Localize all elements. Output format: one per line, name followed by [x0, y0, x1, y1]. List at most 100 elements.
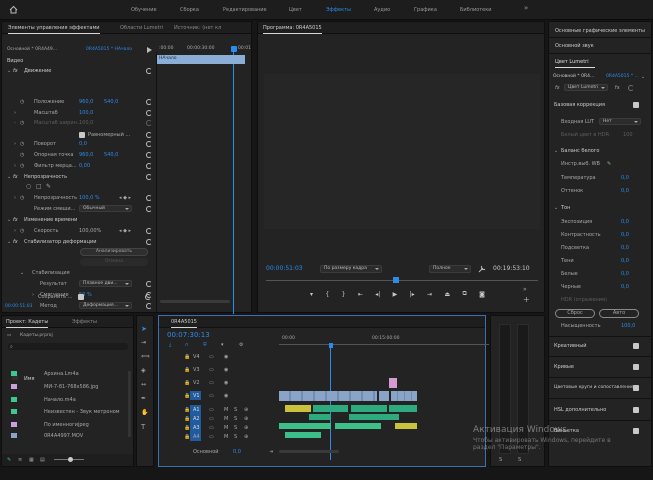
- freeform-icon[interactable]: ▤: [40, 457, 45, 463]
- camera-icon[interactable]: ◙: [479, 291, 485, 298]
- blend-mode-select[interactable]: Обычный: [79, 205, 132, 212]
- play-icon[interactable]: ▶: [393, 291, 398, 298]
- clip[interactable]: [313, 405, 348, 412]
- temperature-value[interactable]: 0,0: [621, 175, 629, 181]
- reset-icon[interactable]: [146, 152, 152, 158]
- chevron-down-icon[interactable]: ⌄: [7, 217, 11, 223]
- list-item[interactable]: МИ-7-81-768x586.jpg: [44, 384, 98, 390]
- tab-project[interactable]: Проект: Кадеты: [6, 319, 49, 328]
- anchor-y[interactable]: 540,0: [104, 152, 118, 158]
- pen-mask-icon[interactable]: ✎: [46, 184, 51, 190]
- rect-mask-icon[interactable]: □: [36, 184, 42, 190]
- play-audio-icon[interactable]: [145, 46, 153, 54]
- blacks-value[interactable]: 0,0: [621, 284, 629, 290]
- section-hsl[interactable]: HSL дополнительно: [554, 407, 606, 413]
- stopwatch-icon[interactable]: ◷: [20, 120, 24, 126]
- tab-source[interactable]: Источник: (нет кл: [174, 25, 221, 31]
- reset-icon[interactable]: [146, 303, 152, 309]
- sequence-label[interactable]: 0R4A5015 * НАчало: [86, 47, 132, 53]
- tab-essential-sound[interactable]: Основной звук: [555, 43, 594, 49]
- chevron-right-icon[interactable]: ›: [14, 195, 16, 201]
- zoom-scrollbar[interactable]: [160, 300, 230, 303]
- stopwatch-icon[interactable]: ◷: [20, 152, 24, 158]
- chevron-down-icon[interactable]: ⌄: [554, 205, 558, 211]
- basic-checkbox[interactable]: [633, 102, 639, 108]
- workspace-tab[interactable]: Сборка: [180, 7, 199, 13]
- clip[interactable]: [389, 378, 397, 388]
- quality-select[interactable]: Полное: [429, 265, 471, 273]
- reset-icon[interactable]: [145, 294, 151, 300]
- tab-effect-controls[interactable]: Элементы управления эффектами: [8, 25, 100, 34]
- reset-icon[interactable]: [146, 110, 152, 116]
- eyedropper-icon[interactable]: ✎: [607, 161, 611, 167]
- list-item[interactable]: По именногиjpeg: [44, 422, 89, 428]
- section-wheels[interactable]: Цветовые круги и сопоставление: [554, 385, 634, 391]
- rotation-value[interactable]: 0,0: [79, 141, 87, 147]
- track-label[interactable]: A4: [193, 434, 200, 440]
- chevron-down-icon[interactable]: ⌄: [7, 239, 11, 245]
- workspace-tab[interactable]: Библиотеки: [460, 7, 492, 13]
- tab-lumetri-color[interactable]: Цвет Lumetri: [555, 59, 589, 65]
- reset-icon[interactable]: [146, 163, 152, 169]
- go-to-out-icon[interactable]: ⇥: [427, 291, 432, 298]
- playhead-timecode[interactable]: 00:00:51:03: [266, 266, 303, 272]
- icon-view-icon[interactable]: ▦: [29, 457, 34, 463]
- video-viewport[interactable]: [264, 74, 540, 229]
- scale-value[interactable]: 100,0: [79, 110, 93, 116]
- type-tool-icon[interactable]: T: [141, 424, 145, 431]
- razor-icon[interactable]: ◈: [141, 368, 146, 374]
- tab-lumetri-scopes[interactable]: Области Lumetri: [120, 25, 163, 31]
- clip[interactable]: [395, 423, 417, 429]
- method-select[interactable]: Деформация...: [79, 302, 132, 309]
- anchor-x[interactable]: 960,0: [79, 152, 93, 158]
- clip[interactable]: [309, 414, 331, 420]
- list-item[interactable]: 0R4A4997.MOV: [44, 433, 83, 439]
- solo-icon[interactable]: S: [499, 457, 502, 463]
- mark-in-icon[interactable]: {: [325, 291, 329, 298]
- pen-tool-icon[interactable]: ✒: [141, 396, 146, 402]
- timeline-timecode[interactable]: 00:07:30:13: [167, 332, 210, 339]
- effect-time-remap[interactable]: Изменение времени: [24, 217, 77, 223]
- tint-value[interactable]: 0,0: [621, 188, 629, 194]
- mark-out-icon[interactable]: }: [342, 291, 346, 298]
- auto-button[interactable]: Авто: [599, 309, 639, 318]
- result-select[interactable]: Плавное дви...: [79, 280, 132, 287]
- track-label[interactable]: V1: [193, 393, 200, 399]
- chevron-right-icon[interactable]: ›: [14, 141, 16, 147]
- workspace-tab[interactable]: Редактирование: [223, 7, 267, 13]
- reset-icon[interactable]: [628, 85, 634, 91]
- opacity-value[interactable]: 100,0 %: [79, 195, 100, 201]
- tab-sequence[interactable]: 0R4A5015: [171, 319, 197, 328]
- section-curves[interactable]: Кривые: [554, 364, 574, 370]
- timeline-scrollbar[interactable]: [279, 450, 339, 453]
- markers-icon[interactable]: ⛨: [203, 342, 207, 348]
- clip-bar[interactable]: НАчало: [157, 55, 245, 64]
- clip[interactable]: [285, 405, 311, 412]
- go-to-end-icon[interactable]: ⇥: [269, 449, 273, 455]
- reset-icon[interactable]: [146, 281, 152, 287]
- list-item[interactable]: Архина.Lm4a: [44, 371, 79, 377]
- track-label[interactable]: V3: [193, 367, 200, 373]
- track-label[interactable]: A1: [193, 407, 200, 413]
- marker-icon[interactable]: ▾: [310, 291, 313, 298]
- curves-checkbox[interactable]: [633, 364, 639, 370]
- timeline-ruler[interactable]: [279, 344, 489, 345]
- clip[interactable]: [285, 432, 321, 438]
- chevron-right-icon[interactable]: ›: [14, 110, 16, 116]
- tab-program[interactable]: Программа: 0R4A5015: [263, 25, 322, 34]
- chevron-down-icon[interactable]: ⌄: [7, 174, 11, 180]
- analyze-button[interactable]: Анализировать: [80, 248, 148, 256]
- reset-icon[interactable]: [146, 132, 152, 138]
- tab-essential-graphics[interactable]: Основные графические элементы: [555, 28, 645, 34]
- reset-icon[interactable]: [146, 141, 152, 147]
- reset-icon[interactable]: [146, 206, 152, 212]
- step-back-icon[interactable]: ◂|: [375, 291, 380, 298]
- go-to-in-icon[interactable]: ⇤: [358, 291, 363, 298]
- chevron-down-icon[interactable]: ⌄: [641, 74, 645, 80]
- clip[interactable]: [391, 391, 417, 401]
- step-forward-icon[interactable]: |▸: [410, 291, 415, 298]
- stopwatch-icon[interactable]: ◷: [20, 99, 24, 105]
- keyframe-nav-icon[interactable]: ◂ ◆ ▸: [119, 228, 131, 234]
- fx-toggle-icon[interactable]: fx: [615, 85, 620, 91]
- stopwatch-icon[interactable]: ◷: [20, 141, 24, 147]
